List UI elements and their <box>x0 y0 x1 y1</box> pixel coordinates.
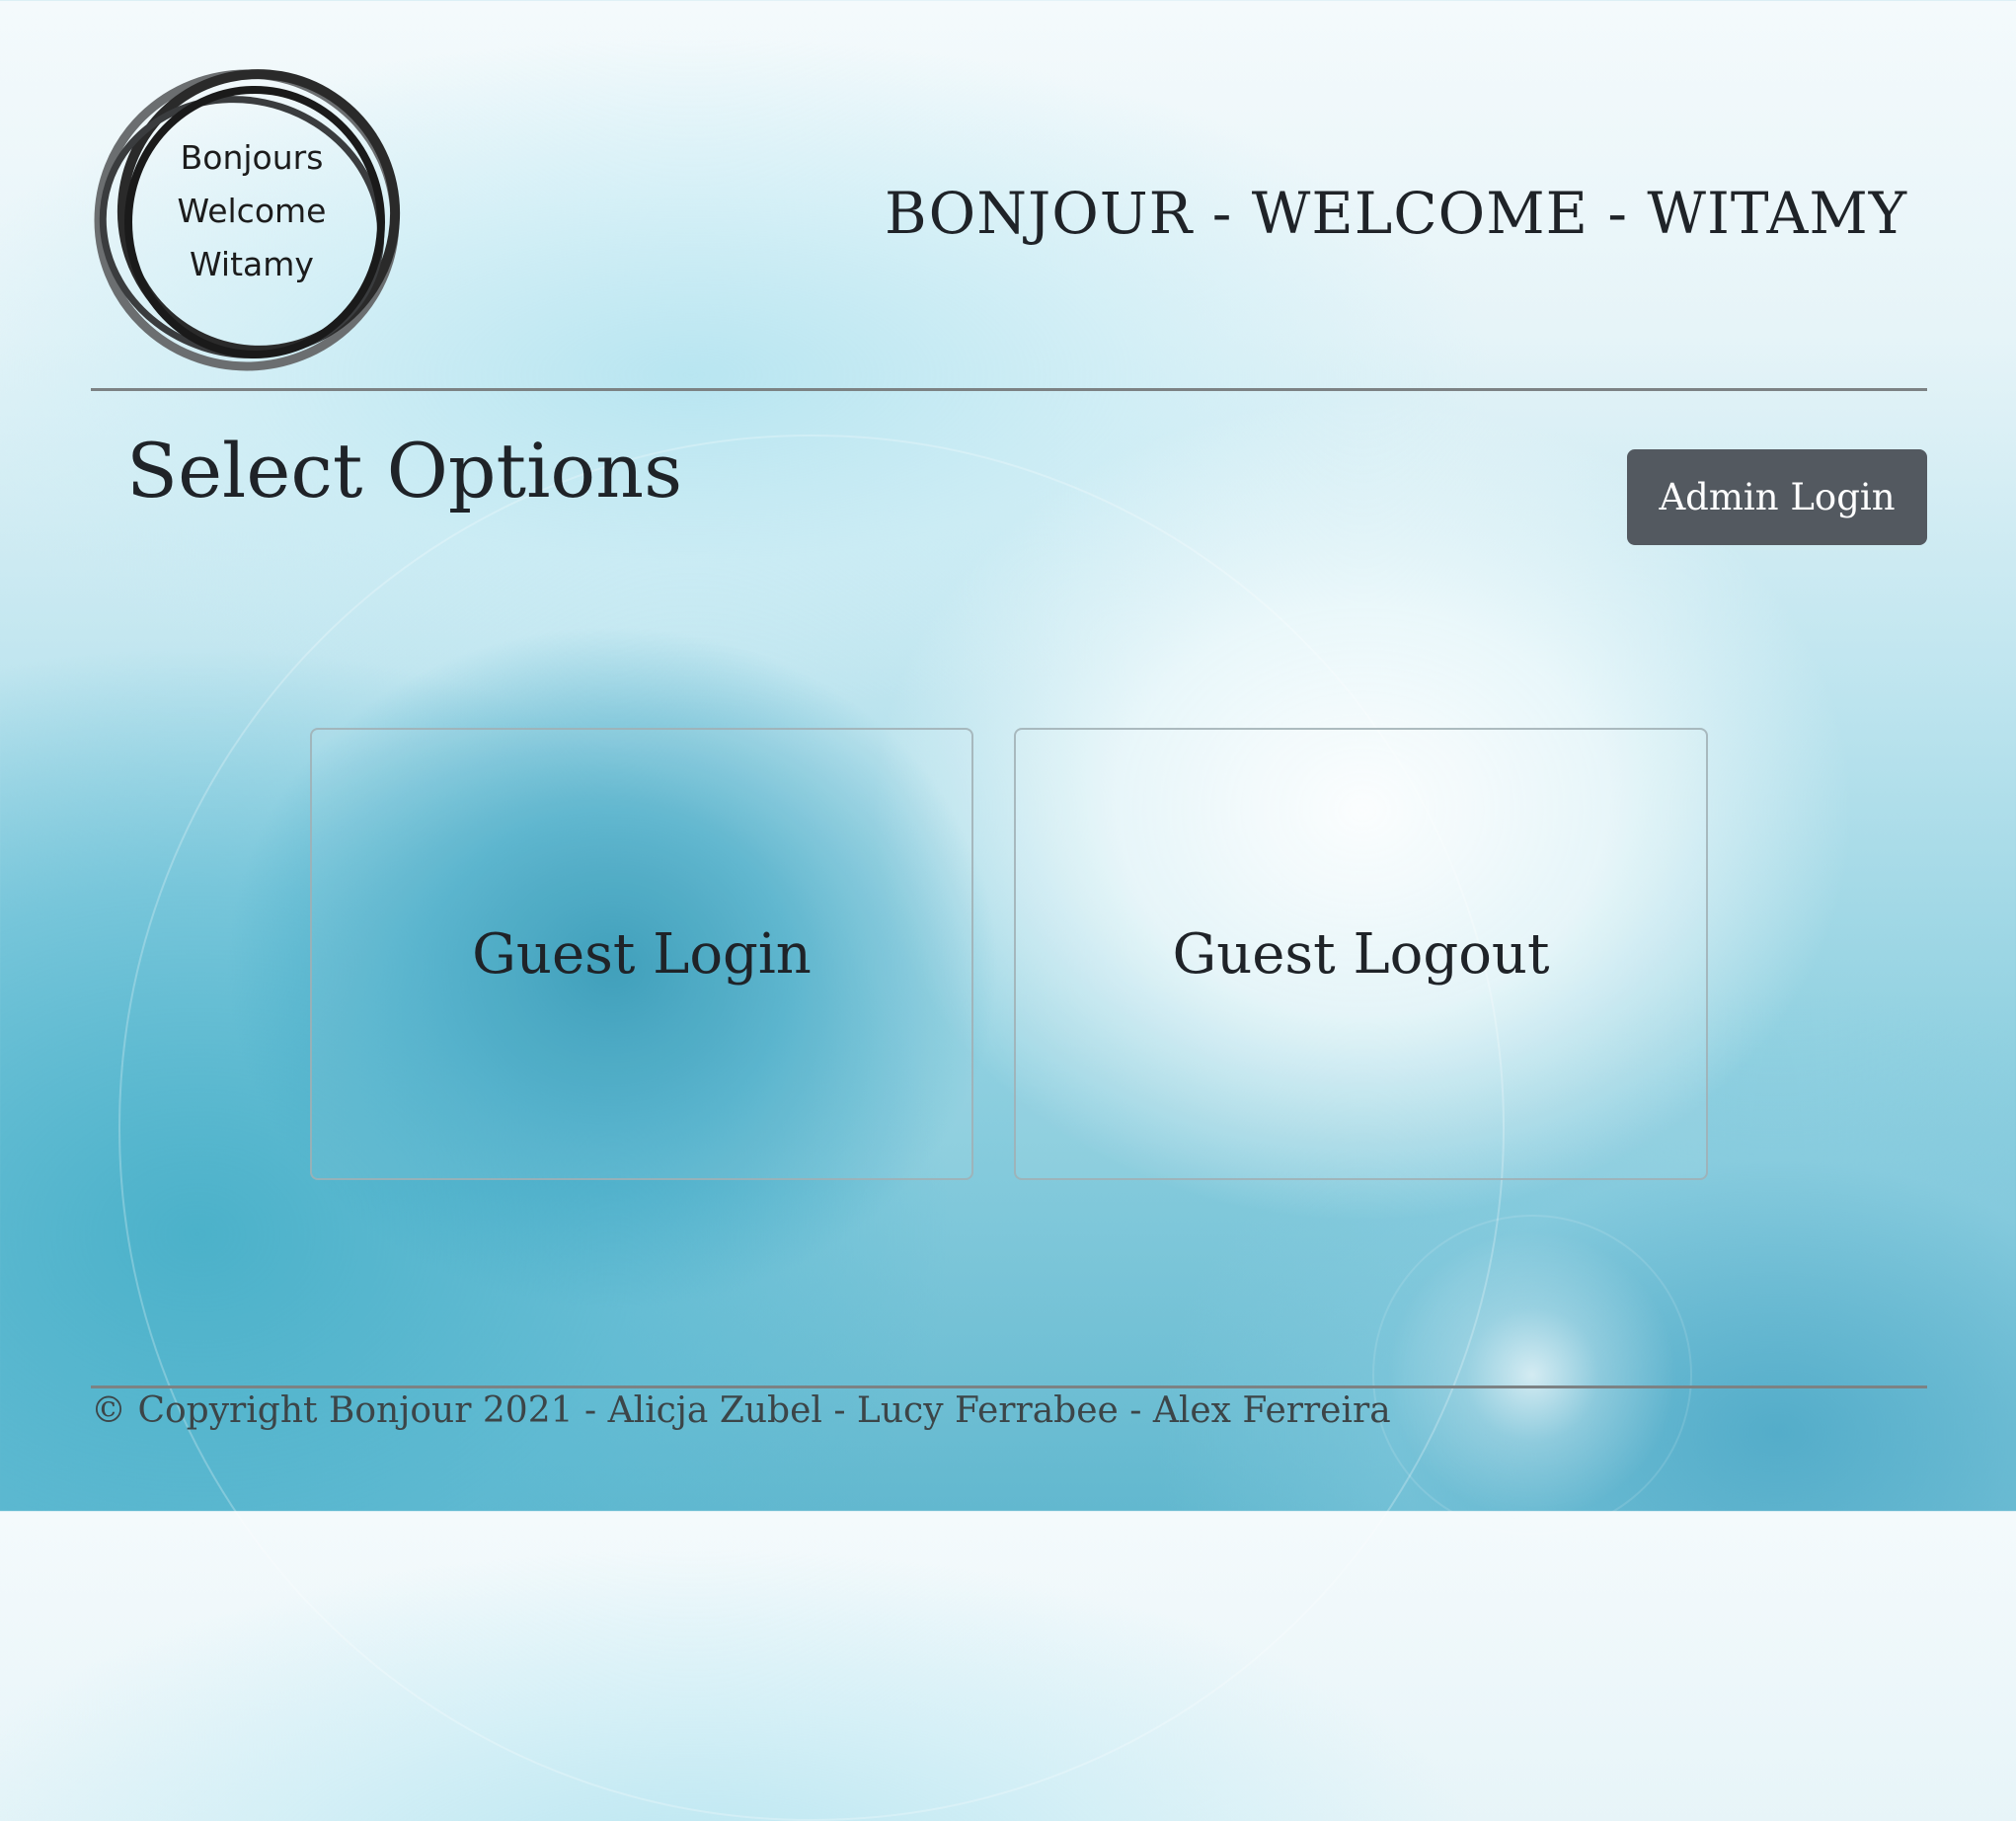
guest-logout-card[interactable]: Guest Logout <box>1014 728 1708 1180</box>
logo-text: Bonjours Welcome Witamy <box>89 131 415 291</box>
header-title: BONJOUR - WELCOME - WITAMY <box>884 180 1907 247</box>
logo-line-3: Witamy <box>190 245 314 283</box>
logo-line-1: Bonjours <box>180 138 324 177</box>
page-title: Select Options <box>126 427 683 515</box>
footer-divider <box>91 1386 1927 1388</box>
header-divider <box>91 388 1927 391</box>
guest-logout-label: Guest Logout <box>1172 921 1550 987</box>
logo-line-2: Welcome <box>177 192 327 230</box>
admin-login-button[interactable]: Admin Login <box>1627 449 1927 545</box>
logo: Bonjours Welcome Witamy <box>89 54 415 380</box>
background-flare <box>1372 1215 1692 1535</box>
guest-login-card[interactable]: Guest Login <box>310 728 973 1180</box>
guest-login-label: Guest Login <box>472 921 812 987</box>
footer-copyright: © Copyright Bonjour 2021 - Alicja Zubel … <box>91 1390 1391 1431</box>
